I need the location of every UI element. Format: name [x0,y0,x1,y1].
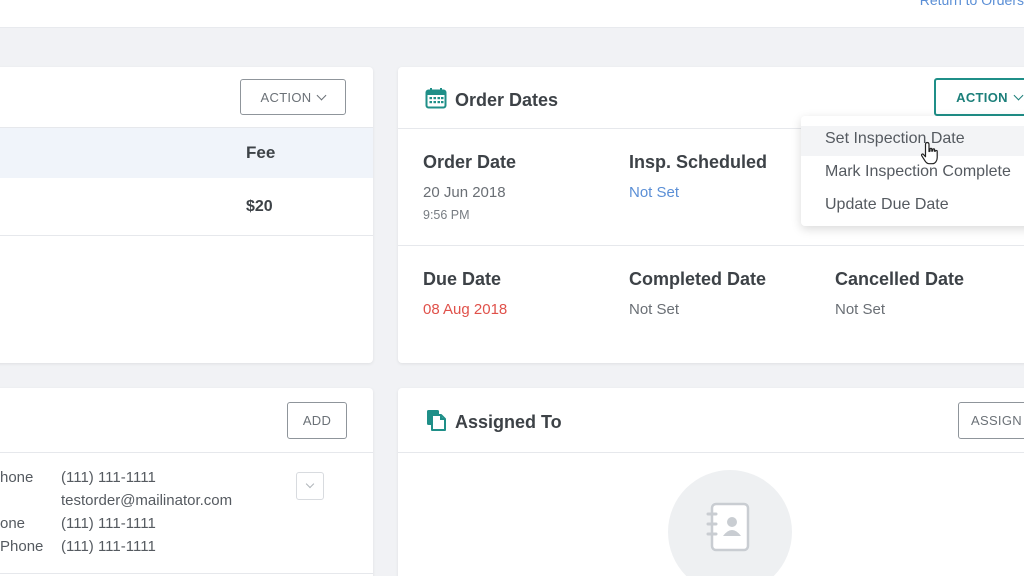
contact-value: (111) 111-1111 [61,469,156,486]
contact-type: Phone [0,538,44,555]
return-to-orders-link[interactable]: Return to Orders [920,0,1024,8]
assigned-to-title: Assigned To [455,412,562,432]
calendar-icon [425,87,447,114]
order-dates-title: Order Dates [455,90,559,110]
assigned-header-divider [398,452,1024,453]
order-dates-header: Order Dates [425,87,558,114]
cancelled-date-value: Not Set [835,301,886,318]
fee-column-header: Fee [246,143,276,162]
menu-item-update-due-date[interactable]: Update Due Date [825,196,949,214]
contact-type: one [0,515,26,532]
fees-action-button[interactable]: ACTION [240,79,346,115]
insp-scheduled-value[interactable]: Not Set [629,184,679,201]
documents-icon [425,409,447,436]
order-time-value: 9:56 PM [423,208,470,222]
assigned-to-header: Assigned To [425,409,562,436]
contacts-header-divider [0,452,373,453]
top-bar: Return to Orders [0,0,1024,28]
fee-row-divider [0,235,373,236]
fees-action-label: ACTION [260,89,312,105]
contact-type: hone [0,469,34,486]
menu-item-mark-inspection-complete[interactable]: Mark Inspection Complete [825,163,1011,181]
chevron-down-icon [317,90,327,100]
contact-value: (111) 111-1111 [61,515,156,532]
due-date-value: 08 Aug 2018 [423,301,508,318]
fee-table-header: Fee [0,128,373,178]
contact-options-dropdown[interactable] [296,472,324,500]
chevron-down-icon [1013,90,1024,100]
insp-scheduled-label: Insp. Scheduled [629,152,768,172]
order-dates-action-label: ACTION [956,89,1008,105]
fee-value: $20 [246,198,273,215]
contact-book-icon [700,498,760,563]
add-contact-button[interactable]: ADD [287,402,347,439]
completed-date-value: Not Set [629,301,680,318]
order-dates-action-button[interactable]: ACTION [934,78,1024,116]
menu-item-set-inspection-date[interactable]: Set Inspection Date [825,130,965,148]
fees-card: ACTION Fee $20 [0,67,373,363]
assign-button[interactable]: ASSIGN [958,402,1024,439]
order-dates-row-divider [398,245,1024,246]
cancelled-date-label: Cancelled Date [835,269,965,289]
contact-value: testorder@mailinator.com [61,492,233,509]
hand-cursor-icon [920,141,941,170]
contact-row-divider [0,573,373,574]
assign-label: ASSIGN [971,413,1022,428]
order-dates-action-menu: Set Inspection Date Mark Inspection Comp… [801,116,1024,226]
order-date-value: 20 Jun 2018 [423,184,506,201]
contact-value: (111) 111-1111 [61,538,156,555]
order-date-label: Order Date [423,152,517,172]
add-label: ADD [302,413,332,428]
completed-date-label: Completed Date [629,269,767,289]
due-date-label: Due Date [423,269,502,289]
chevron-down-icon [305,479,315,489]
